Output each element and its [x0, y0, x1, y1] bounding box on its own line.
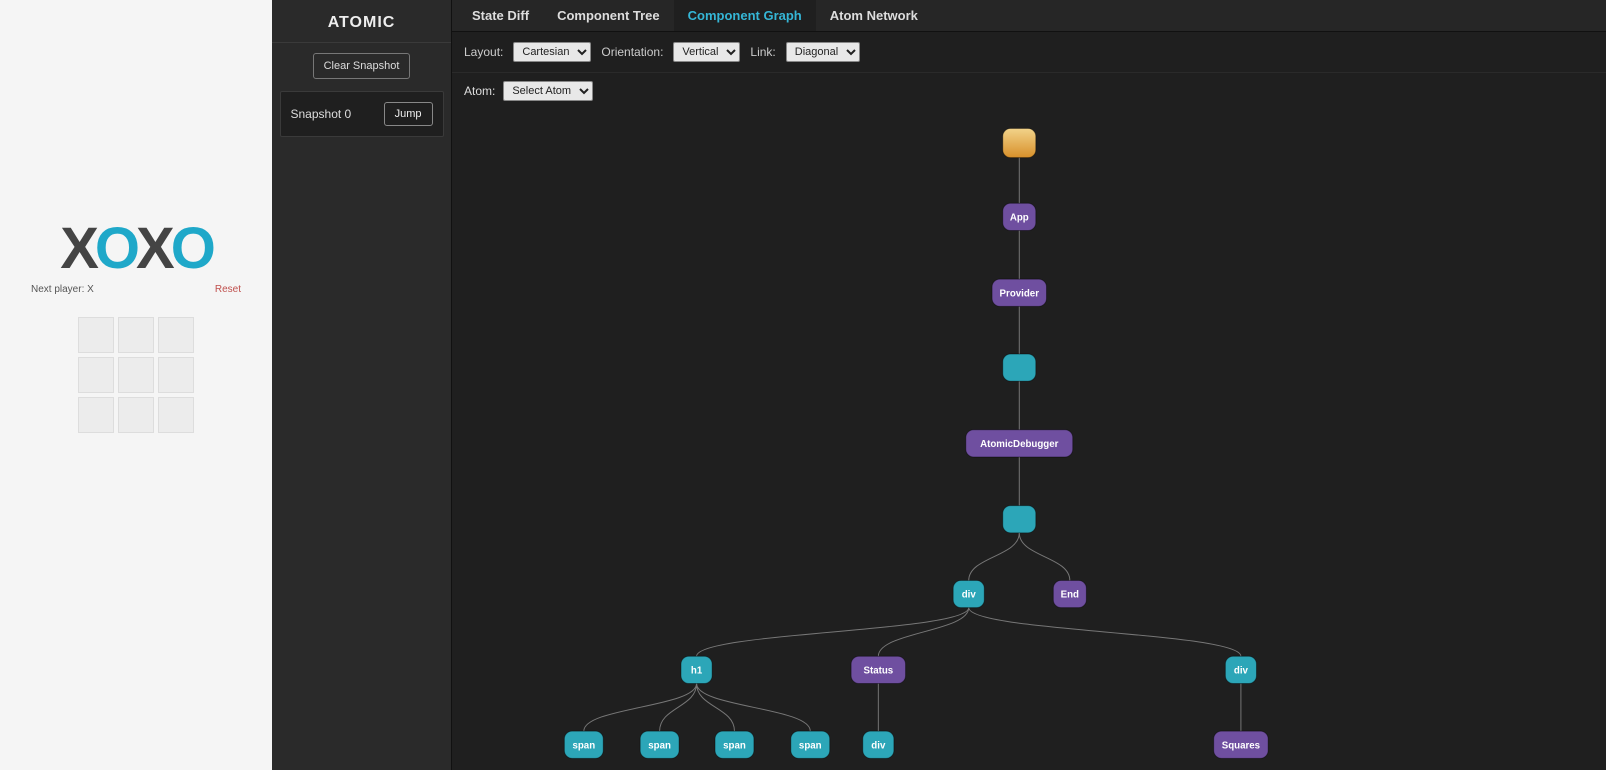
graph-node[interactable]: h1	[681, 656, 712, 683]
svg-text:div: div	[871, 740, 886, 751]
logo-letter: O	[171, 216, 212, 281]
snapshot-label: Snapshot 0	[291, 107, 352, 121]
devtool-main: State Diff Component Tree Component Grap…	[452, 0, 1606, 770]
graph-node[interactable]: App	[1003, 203, 1036, 230]
atom-label: Atom:	[464, 84, 495, 98]
graph-controls: Layout: Cartesian Orientation: Vertical …	[452, 32, 1606, 73]
layout-label: Layout:	[464, 45, 503, 59]
board-cell[interactable]	[118, 397, 154, 433]
layout-select[interactable]: Cartesian	[513, 42, 591, 62]
svg-text:Provider: Provider	[1000, 288, 1040, 299]
graph-node[interactable]	[1003, 128, 1036, 157]
svg-text:span: span	[572, 740, 595, 751]
board-cell[interactable]	[118, 317, 154, 353]
tab-component-graph[interactable]: Component Graph	[674, 0, 816, 31]
orientation-select[interactable]: Vertical	[673, 42, 740, 62]
link-label: Link:	[750, 45, 775, 59]
tic-tac-toe-board	[78, 317, 194, 433]
board-cell[interactable]	[78, 397, 114, 433]
status-row: Next player: X Reset	[31, 284, 241, 295]
tab-atom-network[interactable]: Atom Network	[816, 0, 932, 31]
svg-text:span: span	[648, 740, 671, 751]
board-cell[interactable]	[78, 357, 114, 393]
svg-text:span: span	[799, 740, 822, 751]
graph-node[interactable]: span	[564, 731, 603, 758]
graph-node[interactable]: div	[1225, 656, 1256, 683]
graph-node[interactable]: End	[1053, 580, 1086, 607]
atom-select[interactable]: Select Atom	[503, 81, 593, 101]
tabs-bar: State Diff Component Tree Component Grap…	[452, 0, 1606, 32]
svg-text:AtomicDebugger: AtomicDebugger	[980, 439, 1059, 450]
tab-component-tree[interactable]: Component Tree	[543, 0, 674, 31]
reset-link[interactable]: Reset	[215, 284, 241, 295]
orientation-label: Orientation:	[601, 45, 663, 59]
board-cell[interactable]	[158, 357, 194, 393]
board-cell[interactable]	[158, 317, 194, 353]
svg-text:span: span	[723, 740, 746, 751]
graph-node[interactable]	[1003, 506, 1036, 533]
svg-text:App: App	[1010, 212, 1029, 223]
graph-node[interactable]: Status	[851, 656, 905, 683]
app-logo: XOXO	[60, 220, 212, 278]
next-player-label: Next player: X	[31, 284, 94, 295]
logo-letter: O	[95, 216, 136, 281]
link-select[interactable]: Diagonal	[786, 42, 860, 62]
board-cell[interactable]	[118, 357, 154, 393]
tab-state-diff[interactable]: State Diff	[458, 0, 543, 31]
clear-snapshot-button[interactable]: Clear Snapshot	[313, 53, 411, 79]
atom-controls: Atom: Select Atom	[452, 73, 1606, 109]
svg-text:div: div	[962, 590, 977, 601]
graph-node[interactable]: span	[640, 731, 679, 758]
graph-node[interactable]: div	[863, 731, 894, 758]
svg-text:Squares: Squares	[1222, 740, 1260, 751]
board-cell[interactable]	[158, 397, 194, 433]
snapshot-sidebar: ATOMIC Clear Snapshot Snapshot 0 Jump	[272, 0, 452, 770]
sidebar-title: ATOMIC	[272, 0, 451, 43]
logo-letter: X	[136, 216, 171, 281]
board-cell[interactable]	[78, 317, 114, 353]
snapshot-item[interactable]: Snapshot 0 Jump	[280, 91, 444, 137]
svg-text:h1: h1	[691, 665, 703, 676]
graph-node[interactable]: span	[791, 731, 830, 758]
graph-canvas[interactable]: App Provider AtomicDebugger div End h1 Status d…	[452, 109, 1606, 770]
demo-app-panel: XOXO Next player: X Reset	[0, 0, 272, 770]
logo-letter: X	[60, 216, 95, 281]
graph-node[interactable]: span	[715, 731, 754, 758]
jump-button[interactable]: Jump	[384, 102, 433, 126]
svg-text:End: End	[1061, 590, 1079, 601]
graph-node[interactable]	[1003, 354, 1036, 381]
graph-node[interactable]: Provider	[992, 279, 1046, 306]
graph-node[interactable]: Squares	[1214, 731, 1268, 758]
graph-node[interactable]: div	[953, 580, 984, 607]
svg-text:div: div	[1234, 665, 1249, 676]
graph-node[interactable]: AtomicDebugger	[966, 430, 1073, 457]
svg-text:Status: Status	[863, 665, 893, 676]
